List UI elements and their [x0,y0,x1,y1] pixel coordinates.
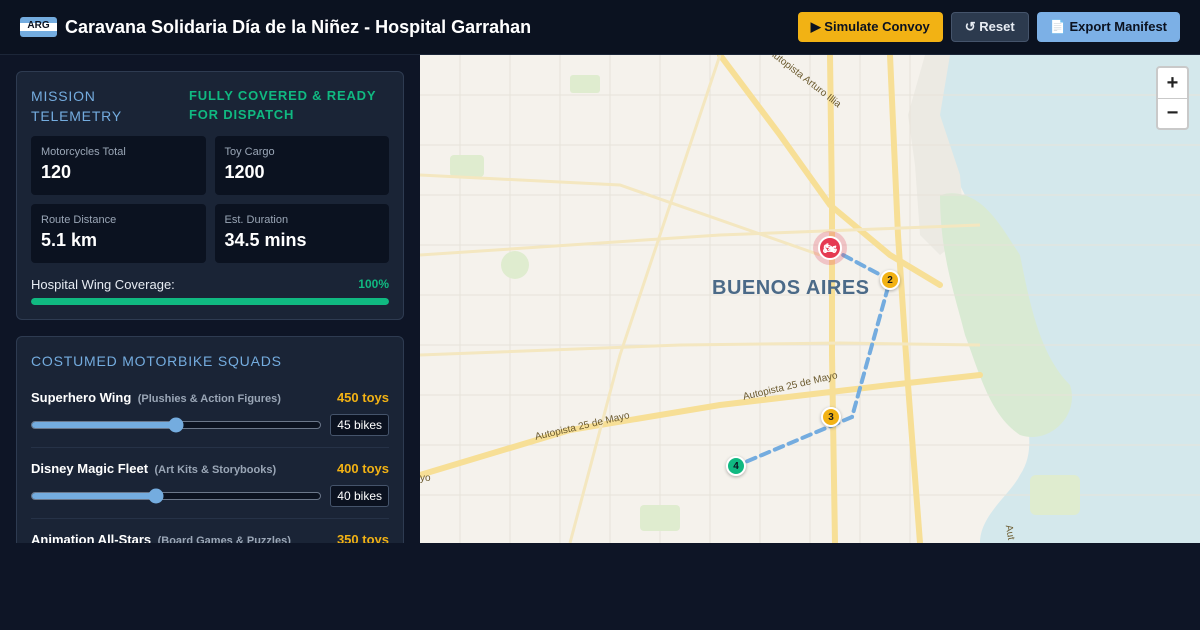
squad-item: Disney Magic Fleet (Art Kits & Storybook… [31,448,389,519]
simulate-convoy-button[interactable]: ▶ Simulate Convoy [797,12,943,42]
stat-label: Est. Duration [224,214,289,226]
squad-cargo: (Board Games & Puzzles) [157,535,291,543]
stat-label: Motorcycles Total [41,146,126,158]
stat-label: Route Distance [41,214,117,226]
squad-list: Superhero Wing (Plushies & Action Figure… [31,377,389,543]
road-label: yo [420,473,431,484]
squad-toys: 350 toys [336,532,389,543]
stat-toy-cargo: Toy Cargo 1200 [214,136,389,195]
app-header: ARG Caravana Solidaria Día de la Niñez -… [0,0,1200,55]
squad-item: Animation All-Stars (Board Games & Puzzl… [31,519,389,543]
slider-thumb[interactable] [168,417,184,433]
squad-bikes-count[interactable]: 45 bikes [330,414,389,436]
coverage-row: Hospital Wing Coverage: 100% [31,277,389,292]
squad-cargo: (Plushies & Action Figures) [137,393,281,405]
slider-thumb[interactable] [148,488,164,504]
road-label: Aut [1002,524,1017,541]
squad-toys: 450 toys [336,390,389,405]
stat-motorcycles-total: Motorcycles Total 120 [31,136,206,195]
telemetry-title: MISSION TELEMETRY [31,88,122,124]
slider-fill [32,422,177,428]
route-map[interactable]: BUENOS AIRES Autopista Arturo Illia Auto… [420,55,1200,543]
squads-title: COSTUMED MOTORBIKE SQUADS [31,353,282,369]
mission-telemetry-card: MISSION TELEMETRY FULLY COVERED & READY … [16,71,404,320]
flag-label: ARG [27,20,50,31]
stat-est-duration: Est. Duration 34.5 mins [214,204,389,263]
zoom-out-button[interactable]: − [1158,98,1187,128]
stat-label: Toy Cargo [224,146,275,158]
convoy-start-marker[interactable]: 🏍 [818,236,842,260]
coverage-percent: 100% [358,277,389,291]
stat-route-distance: Route Distance 5.1 km [31,204,206,263]
coverage-label: Hospital Wing Coverage: [31,277,175,292]
squad-name: Superhero Wing [31,390,132,405]
squad-toys: 400 toys [336,461,389,476]
coverage-progress-bar [31,298,389,305]
argentina-flag-icon: ARG [20,17,57,37]
squad-slider[interactable] [31,488,322,504]
stat-value: 5.1 km [41,230,98,250]
coverage-progress-fill [31,298,389,305]
squad-item: Superhero Wing (Plushies & Action Figure… [31,377,389,448]
zoom-control: + − [1156,66,1189,130]
waypoint-marker-2[interactable]: 2 [880,270,900,290]
stat-value: 120 [41,162,72,182]
stat-value: 34.5 mins [224,230,307,250]
slider-fill [32,493,156,499]
squad-name: Disney Magic Fleet [31,461,149,476]
motorbike-squads-card: COSTUMED MOTORBIKE SQUADS Superhero Wing… [16,336,404,543]
sidebar[interactable]: MISSION TELEMETRY FULLY COVERED & READY … [0,55,420,543]
stat-value: 1200 [224,162,265,182]
reset-button[interactable]: ↺ Reset [950,12,1029,42]
waypoint-marker-3[interactable]: 3 [821,407,841,427]
squad-name: Animation All-Stars [31,532,152,543]
destination-marker-4[interactable]: 4 [726,456,746,476]
dispatch-status: FULLY COVERED & READY FOR DISPATCH [189,88,377,122]
city-label: BUENOS AIRES [712,277,870,299]
zoom-in-button[interactable]: + [1158,68,1187,98]
app-root: ARG Caravana Solidaria Día de la Niñez -… [0,0,1200,543]
export-manifest-button[interactable]: 📄 Export Manifest [1036,12,1180,42]
squad-slider[interactable] [31,417,322,433]
header-actions: ▶ Simulate Convoy ↺ Reset 📄 Export Manif… [797,12,1180,42]
squad-cargo: (Art Kits & Storybooks) [154,464,277,476]
app-title: Caravana Solidaria Día de la Niñez - Hos… [65,16,532,37]
stats-grid: Motorcycles Total 120 Toy Cargo 1200 Rou… [31,136,389,263]
squad-bikes-count[interactable]: 40 bikes [330,485,389,507]
